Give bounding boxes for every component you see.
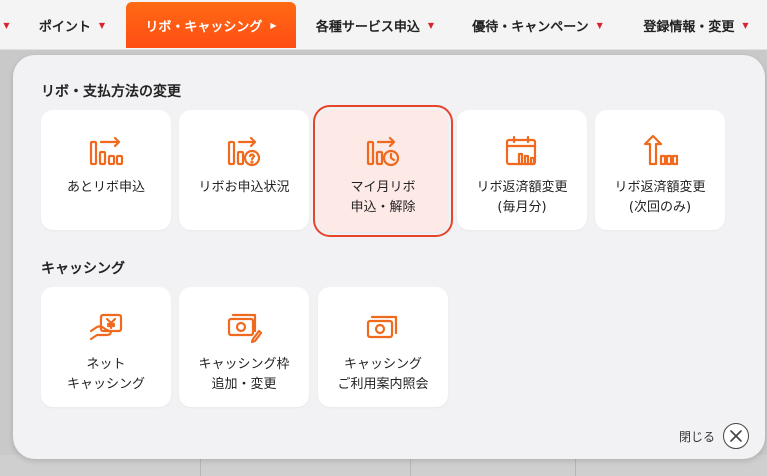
caret-right-icon: ▶ bbox=[270, 20, 277, 30]
close-icon bbox=[730, 430, 742, 442]
nav-item-registration[interactable]: 登録情報・変更 ▼ bbox=[625, 2, 767, 48]
nav-edge: ▼ bbox=[3, 20, 10, 30]
bar-chart-clock-icon bbox=[366, 136, 400, 167]
arrow-up-bars-icon bbox=[643, 134, 679, 166]
card-label: キャッシング ご利用案内照会 bbox=[337, 357, 429, 392]
money-pencil-icon bbox=[227, 313, 263, 344]
card-net-cashing[interactable]: ネット キャッシング bbox=[41, 287, 171, 407]
section-title-cashing: キャッシング bbox=[41, 261, 125, 277]
nav-item-label: 各種サービス申込 bbox=[315, 19, 420, 35]
nav-item-point[interactable]: ポイント ▼ bbox=[22, 2, 122, 48]
caret-down-icon: ▼ bbox=[742, 20, 749, 30]
bar-chart-arrow-icon bbox=[89, 136, 124, 166]
card-label: リボ返済額変更 (次回のみ) bbox=[614, 180, 706, 215]
card-label: キャッシング枠 追加・変更 bbox=[198, 357, 290, 392]
card-revo-status[interactable]: リボお申込状況 bbox=[179, 110, 309, 230]
close-button[interactable] bbox=[723, 423, 749, 449]
card-label: ネット キャッシング bbox=[66, 357, 145, 392]
nav-item-revo-cashing[interactable]: リボ・キャッシング ▶ bbox=[126, 2, 296, 48]
money-search-icon bbox=[366, 315, 398, 339]
calendar-bars-icon bbox=[505, 135, 537, 166]
card-label: あとリボ申込 bbox=[66, 180, 145, 195]
card-revo-payment-next[interactable]: リボ返済額変更 (次回のみ) bbox=[595, 110, 725, 230]
card-my-month-revo[interactable]: マイ月リボ 申込・解除 bbox=[313, 105, 453, 237]
top-navigation: ▼ ポイント ▼ リボ・キャッシング ▶ 各種サービス申込 ▼ 優待・キャンペーン ▼ … bbox=[0, 0, 767, 50]
nav-item-label: 登録情報・変更 bbox=[643, 19, 735, 35]
card-cashing-limit[interactable]: キャッシング枠 追加・変更 bbox=[179, 287, 309, 407]
card-cashing-inquiry[interactable]: キャッシング ご利用案内照会 bbox=[318, 287, 448, 407]
card-revo-payment-monthly[interactable]: リボ返済額変更 (毎月分) bbox=[457, 110, 587, 230]
nav-item-services[interactable]: 各種サービス申込 ▼ bbox=[300, 2, 450, 48]
nav-item-label: ポイント bbox=[38, 19, 91, 35]
nav-item-label: 優待・キャンペーン bbox=[472, 19, 589, 35]
card-label: リボお申込状況 bbox=[198, 180, 290, 195]
revo-cashing-menu-panel: リボ・支払方法の変更 あとリボ申込 リボお申込状況 マイ月リボ 申込・解除 リボ… bbox=[13, 55, 765, 459]
card-label: リボ返済額変更 (毎月分) bbox=[476, 180, 568, 215]
hand-yen-icon bbox=[89, 313, 123, 341]
nav-item-label: リボ・キャッシング bbox=[145, 19, 263, 35]
bar-chart-question-icon bbox=[227, 136, 261, 167]
caret-down-icon: ▼ bbox=[427, 20, 435, 30]
section-title-revo: リボ・支払方法の変更 bbox=[41, 84, 181, 100]
caret-down-icon: ▼ bbox=[596, 20, 603, 30]
nav-item-campaign[interactable]: 優待・キャンペーン ▼ bbox=[455, 2, 620, 48]
close-label: 閉じる bbox=[678, 429, 715, 444]
close-control[interactable]: 閉じる bbox=[679, 423, 749, 449]
card-ato-revo[interactable]: あとリボ申込 bbox=[41, 110, 171, 230]
caret-down-icon: ▼ bbox=[98, 20, 106, 30]
card-label: マイ月リボ 申込・解除 bbox=[350, 180, 416, 215]
